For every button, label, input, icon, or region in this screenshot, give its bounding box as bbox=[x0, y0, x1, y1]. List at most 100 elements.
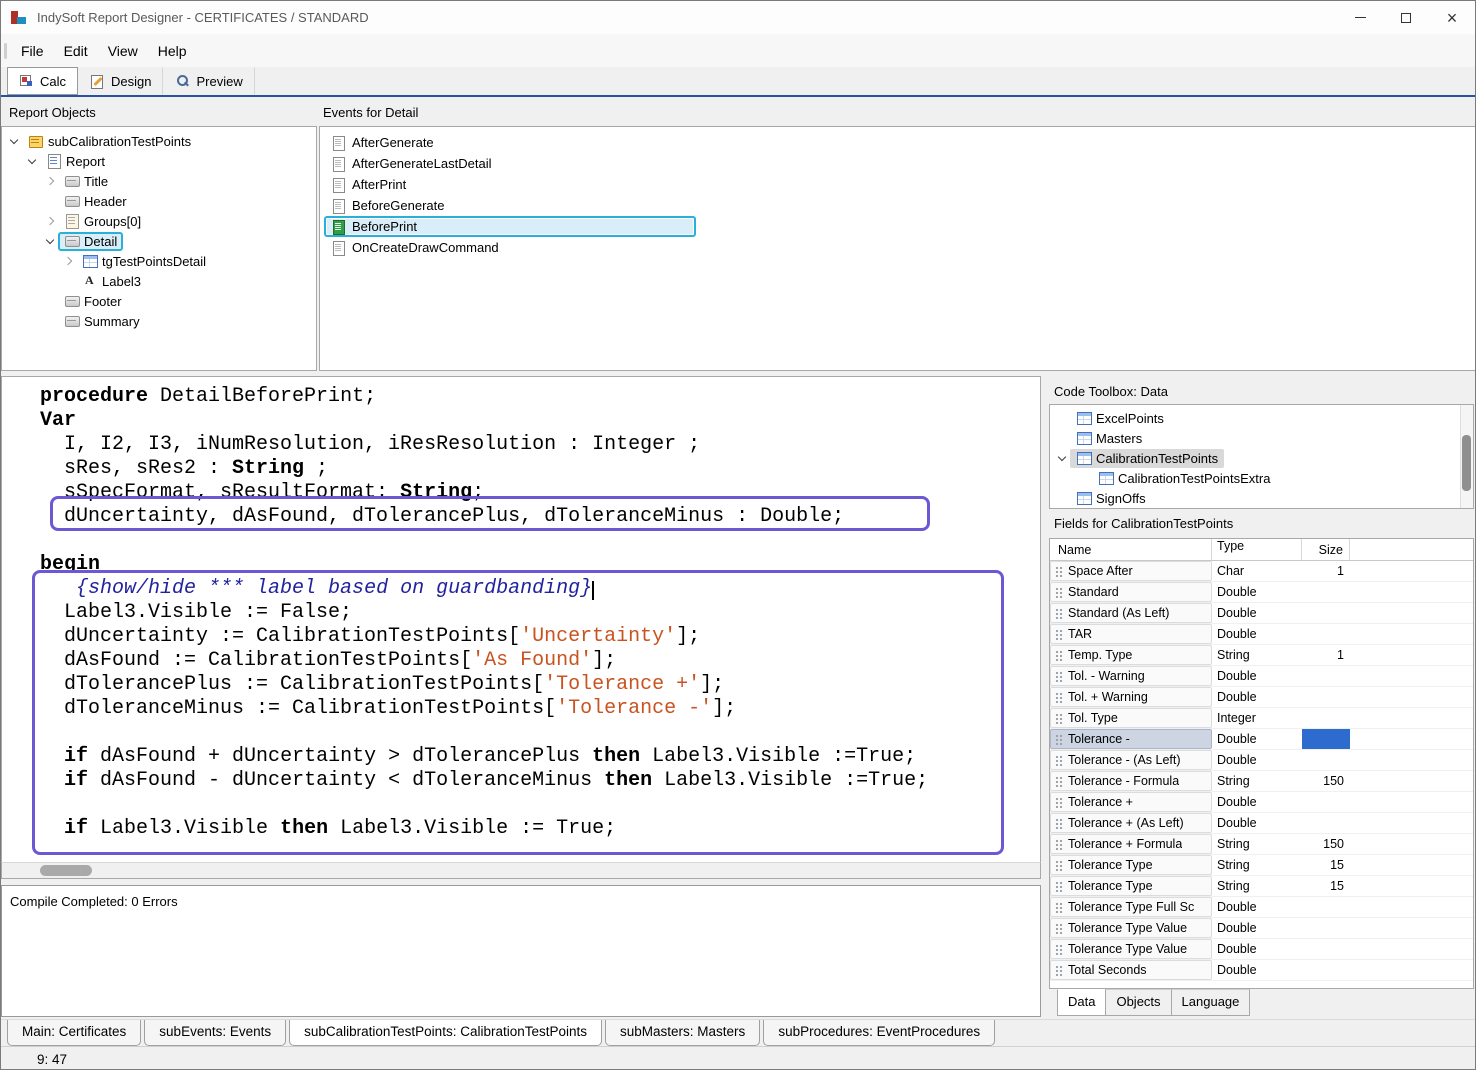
code-line[interactable]: dUncertainty := CalibrationTestPoints['U… bbox=[40, 625, 1040, 649]
tab-calc[interactable]: Calc bbox=[7, 67, 78, 95]
event-item-oncreatedrawcommand[interactable]: OnCreateDrawCommand bbox=[324, 237, 506, 258]
tree-item-report[interactable]: Report bbox=[2, 151, 316, 171]
code-line[interactable]: procedure DetailBeforePrint; bbox=[40, 385, 1040, 409]
code-line[interactable]: sSpecFormat, sResultFormat: String; bbox=[40, 481, 1040, 505]
code-line[interactable] bbox=[40, 721, 1040, 745]
chevron-expanded-icon[interactable] bbox=[6, 131, 22, 151]
field-row-tolerance-as-left[interactable]: Tolerance + (As Left)Double bbox=[1050, 813, 1473, 834]
tree-item-footer[interactable]: Footer bbox=[2, 291, 316, 311]
doc-tab-submasters-masters[interactable]: subMasters: Masters bbox=[605, 1020, 760, 1046]
field-row-tolerance-type-value[interactable]: Tolerance Type ValueDouble bbox=[1050, 918, 1473, 939]
code-line[interactable]: {show/hide *** label based on guardbandi… bbox=[40, 577, 1040, 601]
column-header-type[interactable]: Type bbox=[1212, 539, 1302, 560]
code-line[interactable]: dToleranceMinus := CalibrationTestPoints… bbox=[40, 697, 1040, 721]
code-line[interactable]: I, I2, I3, iNumResolution, iResResolutio… bbox=[40, 433, 1040, 457]
toolbox-tab-language[interactable]: Language bbox=[1171, 989, 1251, 1016]
code-line[interactable]: if dAsFound + dUncertainty > dToleranceP… bbox=[40, 745, 1040, 769]
chevron-collapsed-icon[interactable] bbox=[42, 171, 58, 191]
column-header-size[interactable]: Size bbox=[1302, 539, 1350, 560]
chevron-expanded-icon[interactable] bbox=[24, 151, 40, 171]
code-line[interactable]: begin bbox=[40, 553, 1040, 577]
minimize-button[interactable] bbox=[1337, 1, 1383, 34]
maximize-button[interactable] bbox=[1383, 1, 1429, 34]
tree-item-tgtestpointsdetail[interactable]: tgTestPointsDetail bbox=[2, 251, 316, 271]
field-row-tolerance-type[interactable]: Tolerance TypeString15 bbox=[1050, 876, 1473, 897]
toolbox-tab-data[interactable]: Data bbox=[1057, 989, 1106, 1016]
code-line[interactable]: dUncertainty, dAsFound, dTolerancePlus, … bbox=[40, 505, 1040, 529]
column-header-name[interactable]: Name bbox=[1050, 539, 1212, 560]
doc-tab-subevents-events[interactable]: subEvents: Events bbox=[144, 1020, 286, 1046]
menu-edit[interactable]: Edit bbox=[54, 37, 98, 65]
code-lines[interactable]: procedure DetailBeforePrint;Var I, I2, I… bbox=[2, 377, 1040, 841]
field-row-temp-type[interactable]: Temp. TypeString1 bbox=[1050, 645, 1473, 666]
code-line[interactable]: Label3.Visible := False; bbox=[40, 601, 1040, 625]
field-row-standard-as-left[interactable]: Standard (As Left)Double bbox=[1050, 603, 1473, 624]
tree-item-label3[interactable]: Label3 bbox=[2, 271, 316, 291]
chevron-collapsed-icon[interactable] bbox=[42, 211, 58, 231]
code-line[interactable]: dTolerancePlus := CalibrationTestPoints[… bbox=[40, 673, 1040, 697]
menu-help[interactable]: Help bbox=[148, 37, 197, 65]
menu-view[interactable]: View bbox=[98, 37, 148, 65]
field-type: Double bbox=[1212, 816, 1302, 830]
event-item-aftergenerate[interactable]: AfterGenerate bbox=[324, 132, 441, 153]
field-row-total-seconds[interactable]: Total SecondsDouble bbox=[1050, 960, 1473, 981]
field-name-cell: Tolerance - (As Left) bbox=[1050, 750, 1212, 770]
tree-item-label: ExcelPoints bbox=[1096, 411, 1164, 426]
code-line[interactable]: sRes, sRes2 : String ; bbox=[40, 457, 1040, 481]
chevron-expanded-icon[interactable] bbox=[1054, 448, 1070, 468]
toolbox-item-calibrationtestpoints[interactable]: CalibrationTestPoints bbox=[1050, 448, 1473, 468]
chevron-collapsed-icon[interactable] bbox=[60, 251, 76, 271]
field-row-tol-warning[interactable]: Tol. + WarningDouble bbox=[1050, 687, 1473, 708]
field-row-tolerance-type-value[interactable]: Tolerance Type ValueDouble bbox=[1050, 939, 1473, 960]
field-row-tolerance-type[interactable]: Tolerance TypeString15 bbox=[1050, 855, 1473, 876]
event-item-beforegenerate[interactable]: BeforeGenerate bbox=[324, 195, 452, 216]
event-item-aftergeneratelastdetail[interactable]: AfterGenerateLastDetail bbox=[324, 153, 498, 174]
doc-tab-subcalibrationtestpoints-calibrationtestpoints[interactable]: subCalibrationTestPoints: CalibrationTes… bbox=[289, 1020, 602, 1046]
toolbox-item-excelpoints[interactable]: ExcelPoints bbox=[1050, 408, 1473, 428]
chevron-expanded-icon[interactable] bbox=[42, 231, 58, 251]
field-name-cell: Tolerance Type bbox=[1050, 855, 1212, 875]
tab-preview[interactable]: Preview bbox=[163, 67, 254, 95]
field-row-tolerance-type-full-sc[interactable]: Tolerance Type Full ScDouble bbox=[1050, 897, 1473, 918]
doc-tab-main-certificates[interactable]: Main: Certificates bbox=[7, 1020, 141, 1046]
tree-item-summary[interactable]: Summary bbox=[2, 311, 316, 331]
toolbox-vscrollbar-thumb[interactable] bbox=[1462, 435, 1471, 491]
toolbox-item-masters[interactable]: Masters bbox=[1050, 428, 1473, 448]
field-row-tolerance[interactable]: Tolerance -Double bbox=[1050, 729, 1473, 750]
field-row-space-after[interactable]: Space AfterChar1 bbox=[1050, 561, 1473, 582]
tree-item-header[interactable]: Header bbox=[2, 191, 316, 211]
event-item-afterprint[interactable]: AfterPrint bbox=[324, 174, 413, 195]
code-line[interactable]: if dAsFound - dUncertainty < dToleranceM… bbox=[40, 769, 1040, 793]
code-editor[interactable]: procedure DetailBeforePrint;Var I, I2, I… bbox=[1, 376, 1041, 862]
toolbox-item-calibrationtestpointsextra[interactable]: CalibrationTestPointsExtra bbox=[1050, 468, 1473, 488]
toolbox-tab-objects[interactable]: Objects bbox=[1105, 989, 1171, 1016]
tree-item-groups-0[interactable]: Groups[0] bbox=[2, 211, 316, 231]
tree-item-detail[interactable]: Detail bbox=[2, 231, 316, 251]
toolbox-item-signoffs[interactable]: SignOffs bbox=[1050, 488, 1473, 508]
field-row-tolerance-formula[interactable]: Tolerance - FormulaString150 bbox=[1050, 771, 1473, 792]
tab-label: Preview bbox=[196, 74, 242, 89]
code-line[interactable] bbox=[40, 529, 1040, 553]
field-row-standard[interactable]: StandardDouble bbox=[1050, 582, 1473, 603]
field-row-tol-type[interactable]: Tol. TypeInteger bbox=[1050, 708, 1473, 729]
field-name: Tolerance + bbox=[1068, 795, 1133, 809]
code-line[interactable] bbox=[40, 793, 1040, 817]
code-line[interactable]: Var bbox=[40, 409, 1040, 433]
events-list: AfterGenerateAfterGenerateLastDetailAfte… bbox=[319, 126, 1476, 371]
field-row-tol-warning[interactable]: Tol. - WarningDouble bbox=[1050, 666, 1473, 687]
event-item-beforeprint[interactable]: BeforePrint bbox=[324, 216, 696, 237]
code-line[interactable]: if Label3.Visible then Label3.Visible :=… bbox=[40, 817, 1040, 841]
doc-tab-subprocedures-eventprocedures[interactable]: subProcedures: EventProcedures bbox=[763, 1020, 995, 1046]
close-button[interactable]: × bbox=[1429, 1, 1475, 34]
tree-item-subcalibrationtestpoints[interactable]: subCalibrationTestPoints bbox=[2, 131, 316, 151]
menu-file[interactable]: File bbox=[11, 37, 54, 65]
field-row-tolerance-formula[interactable]: Tolerance + FormulaString150 bbox=[1050, 834, 1473, 855]
field-row-tar[interactable]: TARDouble bbox=[1050, 624, 1473, 645]
code-hscrollbar[interactable] bbox=[1, 862, 1041, 879]
code-hscrollbar-thumb[interactable] bbox=[40, 865, 92, 876]
tab-design[interactable]: Design bbox=[78, 67, 163, 95]
field-row-tolerance[interactable]: Tolerance +Double bbox=[1050, 792, 1473, 813]
tree-item-title[interactable]: Title bbox=[2, 171, 316, 191]
field-row-tolerance-as-left[interactable]: Tolerance - (As Left)Double bbox=[1050, 750, 1473, 771]
code-line[interactable]: dAsFound := CalibrationTestPoints['As Fo… bbox=[40, 649, 1040, 673]
